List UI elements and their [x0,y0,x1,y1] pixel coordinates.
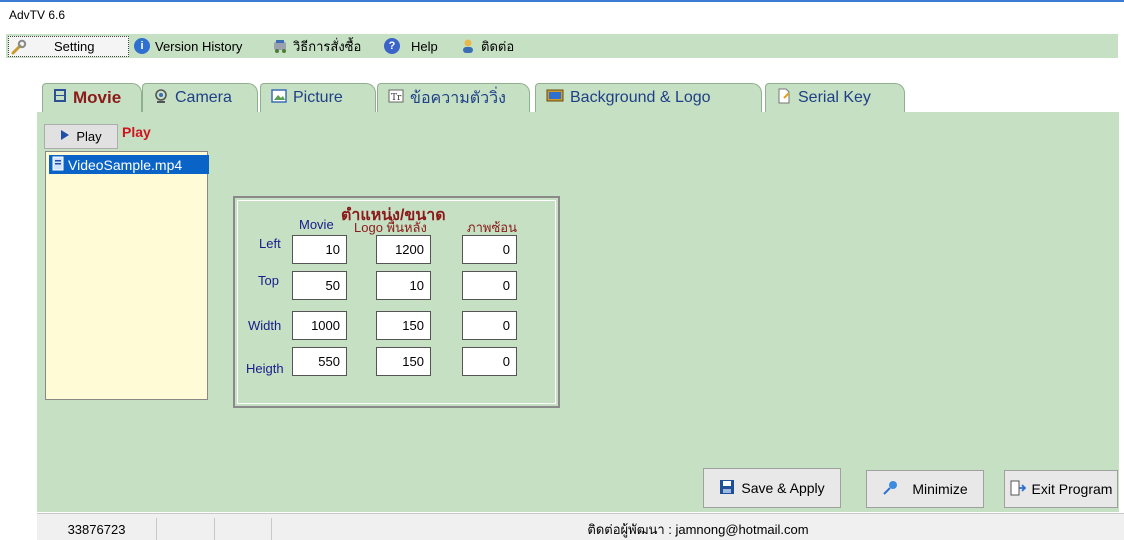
menu-how-to-order[interactable]: วิธีการสั่งซื้อ [272,37,361,55]
play-button[interactable]: Play [44,124,118,149]
overlay-height-field[interactable]: 0 [462,347,517,376]
minimize-button[interactable]: Minimize [866,470,984,508]
minimize-label: Minimize [912,481,968,497]
info-icon: i [134,38,150,54]
play-button-label: Play [76,129,102,144]
overlay-top-field[interactable]: 0 [462,271,517,300]
tab-movie[interactable]: Movie [42,83,142,112]
overlay-left-field[interactable]: 0 [462,235,517,264]
tab-running-text[interactable]: Tr ข้อความตัววิ่ง [377,83,530,112]
tab-serial-key-label: Serial Key [798,89,871,106]
menu-help[interactable]: ? Help [384,37,438,55]
menu-bar: Setting i Version History วิธีการสั่งซื้… [6,34,1118,58]
window-title: AdvTV 6.6 [9,8,66,22]
row-label-top: Top [258,273,279,288]
row-label-height: Heigth [246,361,284,376]
exit-program-button[interactable]: Exit Program [1004,470,1118,508]
play-icon [60,129,70,144]
cart-icon [272,38,288,54]
text-icon: Tr [388,88,404,109]
save-apply-button[interactable]: Save & Apply [703,468,841,508]
film-icon [53,88,67,108]
save-icon [719,479,735,498]
play-status-label: Play [122,124,151,140]
tab-picture-label: Picture [293,89,343,106]
tab-running-text-label: ข้อความตัววิ่ง [410,89,506,107]
status-contact: ติดต่อผู้พัฒนา : jamnong@hotmail.com [587,521,809,537]
svg-text:Tr: Tr [391,93,402,103]
logo-width-field[interactable]: 150 [376,311,431,340]
menu-contact[interactable]: ติดต่อ [460,37,514,55]
exit-door-icon [1010,480,1026,499]
menu-setting[interactable]: Setting [8,36,129,57]
video-file-list[interactable]: VideoSample.mp4 [45,151,209,400]
document-icon [776,88,792,109]
movie-top-field[interactable]: 50 [292,271,347,300]
wrench-icon [11,39,27,55]
menu-version-history[interactable]: i Version History [134,37,242,55]
title-accent-line [0,0,1124,2]
menu-help-label: Help [411,38,438,54]
movie-left-field[interactable]: 10 [292,235,347,264]
status-cell-empty-2 [215,518,272,540]
menu-how-to-order-label: วิธีการสั่งซื้อ [293,38,362,54]
exit-program-label: Exit Program [1031,481,1113,497]
movie-width-field[interactable]: 1000 [292,311,347,340]
monitor-icon [546,88,564,109]
save-apply-label: Save & Apply [741,480,825,496]
row-label-width: Width [248,318,282,333]
tab-background-logo-label: Background & Logo [570,89,711,106]
list-item[interactable]: VideoSample.mp4 [49,155,209,174]
help-icon: ? [384,38,400,54]
webcam-icon [153,88,169,109]
menu-contact-label: ติดต่อ [481,38,515,54]
picture-icon [271,88,287,109]
list-item-label: VideoSample.mp4 [68,156,183,173]
overlay-width-field[interactable]: 0 [462,311,517,340]
tab-serial-key[interactable]: Serial Key [765,83,905,112]
logo-left-field[interactable]: 1200 [376,235,431,264]
user-icon [460,38,476,54]
tab-background-logo[interactable]: Background & Logo [535,83,762,112]
tab-camera-label: Camera [175,89,232,106]
menu-setting-label: Setting [54,39,95,54]
pin-icon [882,480,900,499]
file-icon [52,156,64,174]
column-header-movie: Movie [299,217,334,232]
status-bar: 33876723 ติดต่อผู้พัฒนา : jamnong@hotmai… [37,513,1124,540]
row-label-left: Left [259,236,281,251]
tab-movie-label: Movie [73,88,122,107]
logo-top-field[interactable]: 10 [376,271,431,300]
logo-height-field[interactable]: 150 [376,347,431,376]
menu-version-history-label: Version History [155,38,243,54]
status-cell-empty-1 [157,518,215,540]
status-code: 33876723 [37,518,157,540]
tab-camera[interactable]: Camera [142,83,258,112]
movie-height-field[interactable]: 550 [292,347,347,376]
tab-picture[interactable]: Picture [260,83,376,112]
